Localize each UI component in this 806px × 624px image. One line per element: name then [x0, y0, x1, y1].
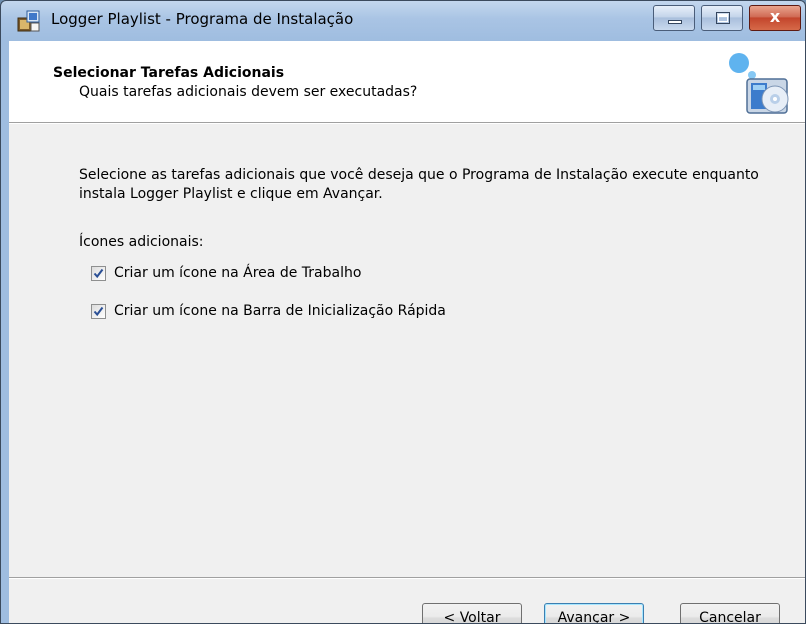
footer-divider-highlight [9, 578, 805, 579]
installer-window: Logger Playlist - Programa de Instalação… [0, 0, 806, 624]
dialog-content: Selecionar Tarefas Adicionais Quais tare… [9, 41, 805, 623]
additional-icons-label: Ícones adicionais: [79, 234, 204, 250]
quicklaunch-icon-label[interactable]: Criar um ícone na Barra de Inicialização… [114, 303, 446, 319]
desktop-icon-checkbox[interactable] [91, 266, 106, 281]
quicklaunch-icon-checkbox[interactable] [91, 304, 106, 319]
maximize-icon [716, 12, 730, 24]
checkmark-icon [93, 268, 104, 279]
installer-app-icon [17, 9, 41, 33]
maximize-button[interactable] [701, 5, 743, 31]
back-button[interactable]: < Voltar [422, 603, 522, 623]
title-bar[interactable]: Logger Playlist - Programa de Instalação… [1, 1, 805, 41]
desktop-icon-label[interactable]: Criar um ícone na Área de Trabalho [114, 265, 361, 281]
checkmark-icon [93, 306, 104, 317]
setup-wizard-icon [725, 49, 795, 119]
window-title: Logger Playlist - Programa de Instalação [51, 10, 354, 28]
page-title: Selecionar Tarefas Adicionais [53, 65, 285, 81]
cancel-button[interactable]: Cancelar [680, 603, 780, 623]
close-icon: x [769, 7, 781, 26]
page-subtitle: Quais tarefas adicionais devem ser execu… [79, 84, 418, 100]
minimize-icon [668, 20, 682, 24]
close-button[interactable]: x [749, 5, 801, 31]
wizard-header: Selecionar Tarefas Adicionais Quais tare… [9, 41, 805, 123]
next-button[interactable]: Avançar > [544, 603, 644, 623]
minimize-button[interactable] [653, 5, 695, 31]
header-divider [9, 123, 805, 124]
instructions-text: Selecione as tarefas adicionais que você… [79, 167, 759, 202]
